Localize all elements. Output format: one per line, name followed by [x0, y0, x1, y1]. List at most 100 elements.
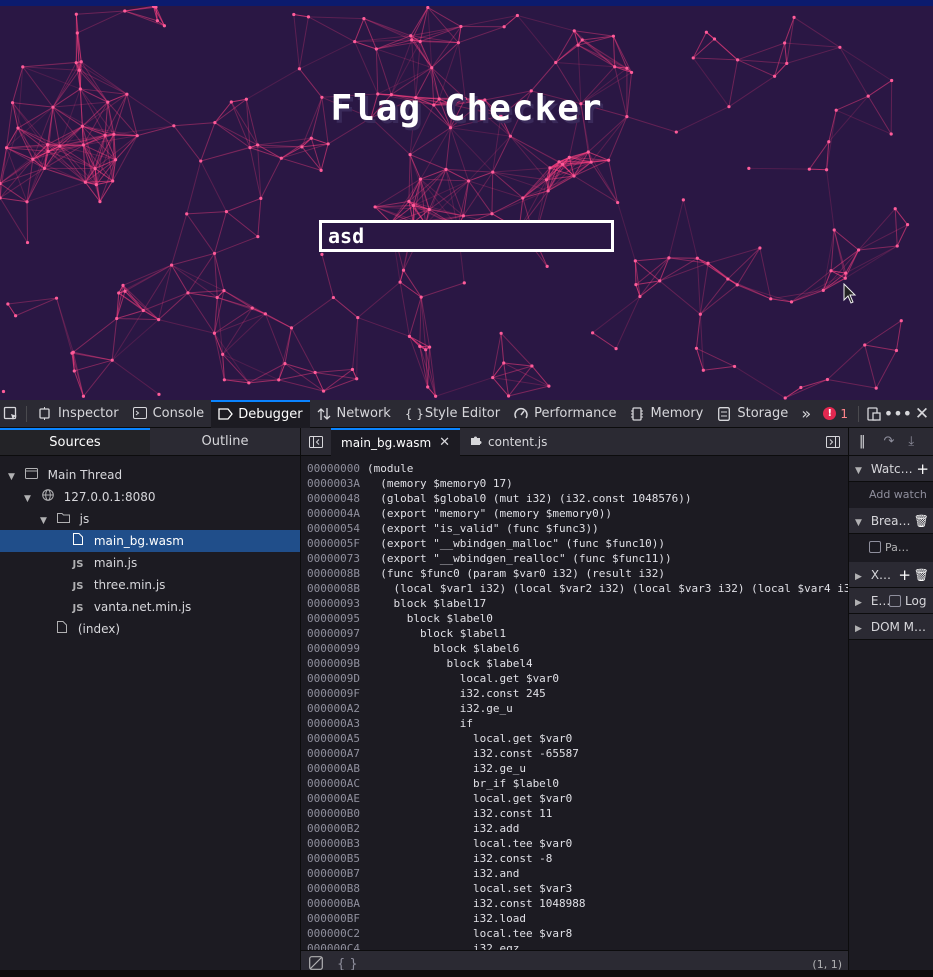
- responsive-design-icon[interactable]: [863, 400, 885, 428]
- line-address[interactable]: 0000004A: [301, 506, 367, 521]
- tree-item-index[interactable]: (index): [0, 618, 300, 640]
- line-address[interactable]: 000000A2: [301, 701, 367, 716]
- editor-tab-content-js[interactable]: content.js: [460, 428, 557, 456]
- tab-storage[interactable]: Storage: [710, 400, 795, 428]
- tree-item-file-main-js[interactable]: JS main.js: [0, 552, 300, 574]
- line-address[interactable]: 000000BA: [301, 896, 367, 911]
- pause-on-exceptions-row[interactable]: Pa…: [849, 534, 933, 562]
- line-address[interactable]: 000000B0: [301, 806, 367, 821]
- line-address[interactable]: 000000AB: [301, 761, 367, 776]
- debugger-controls: ‖ ↷ ⤓: [849, 428, 933, 456]
- line-address[interactable]: 0000005F: [301, 536, 367, 551]
- line-address[interactable]: 000000B3: [301, 836, 367, 851]
- tab-debugger[interactable]: Debugger: [211, 399, 310, 428]
- trash-icon[interactable]: 🗑: [914, 508, 929, 534]
- line-address[interactable]: 000000B8: [301, 881, 367, 896]
- inspector-icon: [38, 406, 52, 421]
- add-xhr-icon[interactable]: +: [898, 562, 911, 588]
- line-address[interactable]: 00000099: [301, 641, 367, 656]
- tree-item-file-three-min-js[interactable]: JS three.min.js: [0, 574, 300, 596]
- extension-icon: [470, 434, 482, 449]
- line-address[interactable]: 00000095: [301, 611, 367, 626]
- tab-performance[interactable]: Performance: [507, 400, 623, 428]
- line-address[interactable]: 00000073: [301, 551, 367, 566]
- line-address[interactable]: 000000AC: [301, 776, 367, 791]
- line-address[interactable]: 00000048: [301, 491, 367, 506]
- line-address[interactable]: 000000B2: [301, 821, 367, 836]
- toggle-debugger-sidebar-icon[interactable]: [818, 428, 848, 456]
- line-address[interactable]: 000000A5: [301, 731, 367, 746]
- line-address[interactable]: 0000009D: [301, 671, 367, 686]
- line-address[interactable]: 00000000: [301, 461, 367, 476]
- editor-tabs: main_bg.wasm ✕ content.js: [301, 427, 848, 456]
- breakpoints-label: Brea…: [870, 514, 911, 528]
- line-address[interactable]: 000000B7: [301, 866, 367, 881]
- add-watch-input[interactable]: Add watch: [849, 482, 933, 508]
- close-tab-icon[interactable]: ✕: [439, 435, 450, 450]
- line-address[interactable]: 00000093: [301, 596, 367, 611]
- tree-item-file-main-bg-wasm[interactable]: main_bg.wasm: [0, 530, 300, 552]
- toggle-sources-sidebar-icon[interactable]: [301, 428, 331, 456]
- line-code: (export "__wbindgen_malloc" (func $func1…: [367, 537, 666, 550]
- line-address[interactable]: 000000A7: [301, 746, 367, 761]
- line-address[interactable]: 0000009B: [301, 656, 367, 671]
- watch-expressions-header[interactable]: ▼ Watc… +: [849, 456, 933, 482]
- line-address[interactable]: 00000097: [301, 626, 367, 641]
- tab-sources[interactable]: Sources: [0, 428, 150, 455]
- element-picker-icon[interactable]: [0, 400, 22, 428]
- expand-arrow-icon: ▼: [40, 516, 47, 526]
- line-address[interactable]: 0000009F: [301, 686, 367, 701]
- line-address[interactable]: 000000AE: [301, 791, 367, 806]
- tree-item-host[interactable]: ▼ 127.0.0.1:8080: [0, 486, 300, 508]
- tab-console[interactable]: Console: [126, 400, 212, 428]
- line-code: block $label17: [367, 597, 487, 610]
- line-address[interactable]: 0000008B: [301, 566, 367, 581]
- code-line: 000000B7 i32.and: [301, 866, 848, 881]
- dom-mutation-header[interactable]: ▶ DOM M…: [849, 614, 933, 640]
- code-view[interactable]: 00000000 (module 0000003A (memory $memory0…: [301, 456, 848, 950]
- trash-icon[interactable]: 🗑: [914, 562, 929, 588]
- more-tabs-chevron-icon[interactable]: »: [795, 400, 817, 428]
- log-checkbox[interactable]: [889, 595, 901, 607]
- xhr-breakpoints-header[interactable]: ▶ X… + 🗑: [849, 562, 933, 588]
- line-address[interactable]: 00000054: [301, 521, 367, 536]
- pause-icon[interactable]: ‖: [859, 434, 866, 449]
- performance-icon: [514, 407, 528, 421]
- flag-input[interactable]: [319, 220, 614, 252]
- breakpoints-header[interactable]: ▼ Brea… 🗑: [849, 508, 933, 534]
- page-title: Flag Checker: [330, 88, 603, 129]
- console-icon: [132, 406, 147, 421]
- line-code: i32.eqz: [367, 942, 520, 950]
- tab-memory[interactable]: Memory: [623, 400, 710, 428]
- code-line: 00000073 (export "__wbindgen_realloc" (f…: [301, 551, 848, 566]
- add-watch-icon[interactable]: +: [916, 456, 929, 482]
- tab-outline[interactable]: Outline: [150, 428, 300, 455]
- error-count-badge[interactable]: ! 1: [817, 407, 854, 421]
- sources-tabs: Sources Outline: [0, 428, 300, 456]
- tree-item-folder-js[interactable]: ▼ js: [0, 508, 300, 530]
- editor-tab-main-bg-wasm[interactable]: main_bg.wasm ✕: [331, 427, 461, 456]
- close-devtools-icon[interactable]: ✕: [911, 400, 933, 428]
- line-address[interactable]: 000000BF: [301, 911, 367, 926]
- pause-checkbox[interactable]: [869, 541, 881, 553]
- line-address[interactable]: 0000003A: [301, 476, 367, 491]
- tab-inspector[interactable]: Inspector: [31, 400, 126, 428]
- event-breakpoints-header[interactable]: ▶ E… Log: [849, 588, 933, 614]
- tree-item-main-thread[interactable]: ▼ Main Thread: [0, 464, 300, 486]
- log-option[interactable]: Log: [889, 588, 926, 614]
- overflow-menu-icon[interactable]: •••: [884, 400, 912, 428]
- line-address[interactable]: 000000C2: [301, 926, 367, 941]
- step-over-icon[interactable]: ↷: [884, 434, 895, 449]
- line-code: i32.const 245: [367, 687, 546, 700]
- line-address[interactable]: 000000B5: [301, 851, 367, 866]
- line-address[interactable]: 000000C4: [301, 941, 367, 950]
- code-line: 0000008B (func $func0 (param $var0 i32) …: [301, 566, 848, 581]
- tab-style-editor[interactable]: { } Style Editor: [398, 400, 507, 428]
- code-line: 000000B8 local.set $var3: [301, 881, 848, 896]
- tab-network[interactable]: Network: [310, 400, 398, 428]
- tree-item-file-vanta-net-min-js[interactable]: JS vanta.net.min.js: [0, 596, 300, 618]
- line-address[interactable]: 0000008B: [301, 581, 367, 596]
- step-in-icon[interactable]: ⤓: [908, 434, 914, 449]
- line-address[interactable]: 000000A3: [301, 716, 367, 731]
- line-code: block $label6: [367, 642, 520, 655]
